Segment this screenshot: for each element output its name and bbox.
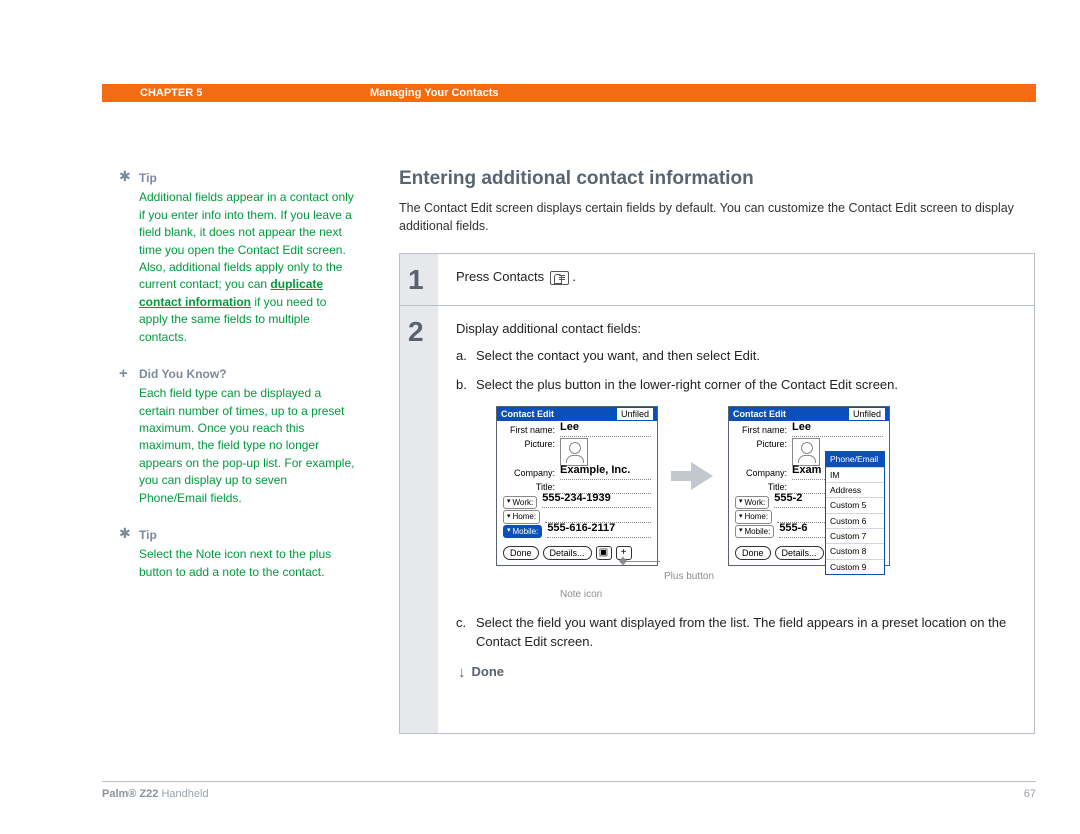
mobile-dropdown[interactable]: ▾Mobile:: [503, 525, 542, 539]
asterisk-icon: ✱: [119, 527, 139, 540]
details-button[interactable]: Details...: [775, 546, 824, 560]
substep-a-text: Select the contact you want, and then se…: [476, 347, 1018, 366]
main-content: Entering additional contact information …: [399, 168, 1035, 734]
work-dropdown[interactable]: ▾Work:: [503, 496, 537, 510]
note-icon-callout: Note icon: [560, 588, 602, 603]
tip-label: Tip: [139, 170, 157, 187]
screen-title: Contact Edit: [733, 408, 786, 421]
did-you-know-block: + Did You Know? Each field type can be d…: [139, 366, 357, 507]
substep-b: b. Select the plus button in the lower-r…: [456, 376, 1018, 395]
screenshots-row: Contact Edit Unfiled First name: Lee Pic…: [496, 406, 1018, 566]
company-field[interactable]: Example, Inc.: [560, 463, 630, 479]
step-1: 1 Press Contacts .: [400, 254, 1034, 306]
firstname-field[interactable]: Lee: [792, 420, 811, 436]
note-icon-button[interactable]: ▣: [596, 546, 612, 560]
dyk-body: Each field type can be displayed a certa…: [139, 385, 357, 507]
steps-box: 1 Press Contacts . 2 Display additional …: [399, 253, 1035, 734]
menu-item[interactable]: Custom 7: [826, 529, 884, 544]
step-2: 2 Display additional contact fields: a. …: [400, 306, 1034, 734]
company-label: Company:: [735, 467, 789, 480]
menu-item[interactable]: Custom 8: [826, 544, 884, 559]
plus-icon: +: [119, 366, 139, 381]
substep-a: a. Select the contact you want, and then…: [456, 347, 1018, 366]
home-dropdown[interactable]: ▾Home:: [503, 510, 540, 524]
menu-item[interactable]: Address: [826, 483, 884, 498]
arrow-right-icon: [658, 461, 728, 491]
menu-item[interactable]: IM: [826, 468, 884, 483]
firstname-field[interactable]: Lee: [560, 420, 579, 436]
page: CHAPTER 5 Managing Your Contacts ✱ Tip A…: [0, 0, 1080, 834]
menu-item[interactable]: Phone/Email: [826, 452, 884, 467]
screen-title: Contact Edit: [501, 408, 554, 421]
substep-c-text: Select the field you want displayed from…: [476, 614, 1018, 652]
sidebar: ✱ Tip Additional fields appear in a cont…: [139, 170, 357, 601]
menu-item[interactable]: Custom 6: [826, 514, 884, 529]
substep-b-text: Select the plus button in the lower-righ…: [476, 376, 1018, 395]
dyk-label: Did You Know?: [139, 366, 227, 383]
contact-edit-screen-left: Contact Edit Unfiled First name: Lee Pic…: [496, 406, 658, 566]
work-dropdown[interactable]: ▾Work:: [735, 496, 769, 510]
callout-line: [626, 561, 660, 562]
step-number: 2: [400, 306, 438, 733]
asterisk-icon: ✱: [119, 170, 139, 183]
step-1-content: Press Contacts .: [438, 254, 1034, 305]
home-dropdown[interactable]: ▾Home:: [735, 510, 772, 524]
step-number: 1: [400, 254, 438, 305]
callouts: Plus button Note icon: [496, 572, 1018, 606]
substep-letter: c.: [456, 614, 476, 652]
page-footer: Palm® Z22 Handheld 67: [102, 781, 1036, 800]
mobile-field[interactable]: 555-6: [779, 521, 807, 537]
field-type-menu[interactable]: Phone/Email IM Address Custom 5 Custom 6…: [825, 451, 885, 575]
substep-letter: b.: [456, 376, 476, 395]
contact-edit-screen-right: Contact Edit Unfiled First name: Lee Pic…: [728, 406, 890, 566]
category-selector[interactable]: Unfiled: [617, 408, 653, 420]
step1-after: .: [572, 269, 576, 284]
company-label: Company:: [503, 467, 557, 480]
firstname-label: First name:: [735, 424, 789, 437]
company-field[interactable]: Exam: [792, 463, 821, 479]
menu-item[interactable]: Custom 5: [826, 498, 884, 513]
done-label: Done: [472, 663, 505, 682]
tip-block-2: ✱ Tip Select the Note icon next to the p…: [139, 527, 357, 581]
product-name: Palm® Z22 Handheld: [102, 788, 209, 800]
chapter-title: Managing Your Contacts: [370, 87, 499, 99]
section-intro: The Contact Edit screen displays certain…: [399, 200, 1035, 235]
mobile-field[interactable]: 555-616-2117: [547, 521, 615, 537]
chapter-header: CHAPTER 5 Managing Your Contacts: [102, 84, 1036, 102]
menu-item[interactable]: Custom 9: [826, 560, 884, 574]
page-number: 67: [1024, 788, 1036, 800]
down-arrow-icon: ↓: [458, 662, 466, 684]
work-field[interactable]: 555-2: [774, 491, 802, 507]
picture-label: Picture:: [735, 438, 789, 451]
work-field[interactable]: 555-234-1939: [542, 491, 611, 507]
picture-label: Picture:: [503, 438, 557, 451]
done-button[interactable]: Done: [503, 546, 539, 560]
step2-lead: Display additional contact fields:: [456, 320, 1018, 339]
done-indicator: ↓ Done: [456, 662, 1018, 684]
tip-block-1: ✱ Tip Additional fields appear in a cont…: [139, 170, 357, 346]
chapter-label: CHAPTER 5: [140, 87, 370, 99]
firstname-label: First name:: [503, 424, 557, 437]
category-selector[interactable]: Unfiled: [849, 408, 885, 420]
tip-label: Tip: [139, 527, 157, 544]
substep-c: c. Select the field you want displayed f…: [456, 614, 1018, 652]
tip2-body: Select the Note icon next to the plus bu…: [139, 546, 357, 581]
substep-letter: a.: [456, 347, 476, 366]
plus-button-callout: Plus button: [664, 570, 714, 585]
mobile-dropdown[interactable]: ▾Mobile:: [735, 525, 774, 539]
step-2-content: Display additional contact fields: a. Se…: [438, 306, 1034, 733]
done-button[interactable]: Done: [735, 546, 771, 560]
tip-body: Additional fields appear in a contact on…: [139, 189, 357, 346]
section-title: Entering additional contact information: [399, 168, 1035, 190]
contacts-app-icon: [550, 271, 569, 285]
step1-before: Press Contacts: [456, 269, 548, 284]
details-button[interactable]: Details...: [543, 546, 592, 560]
